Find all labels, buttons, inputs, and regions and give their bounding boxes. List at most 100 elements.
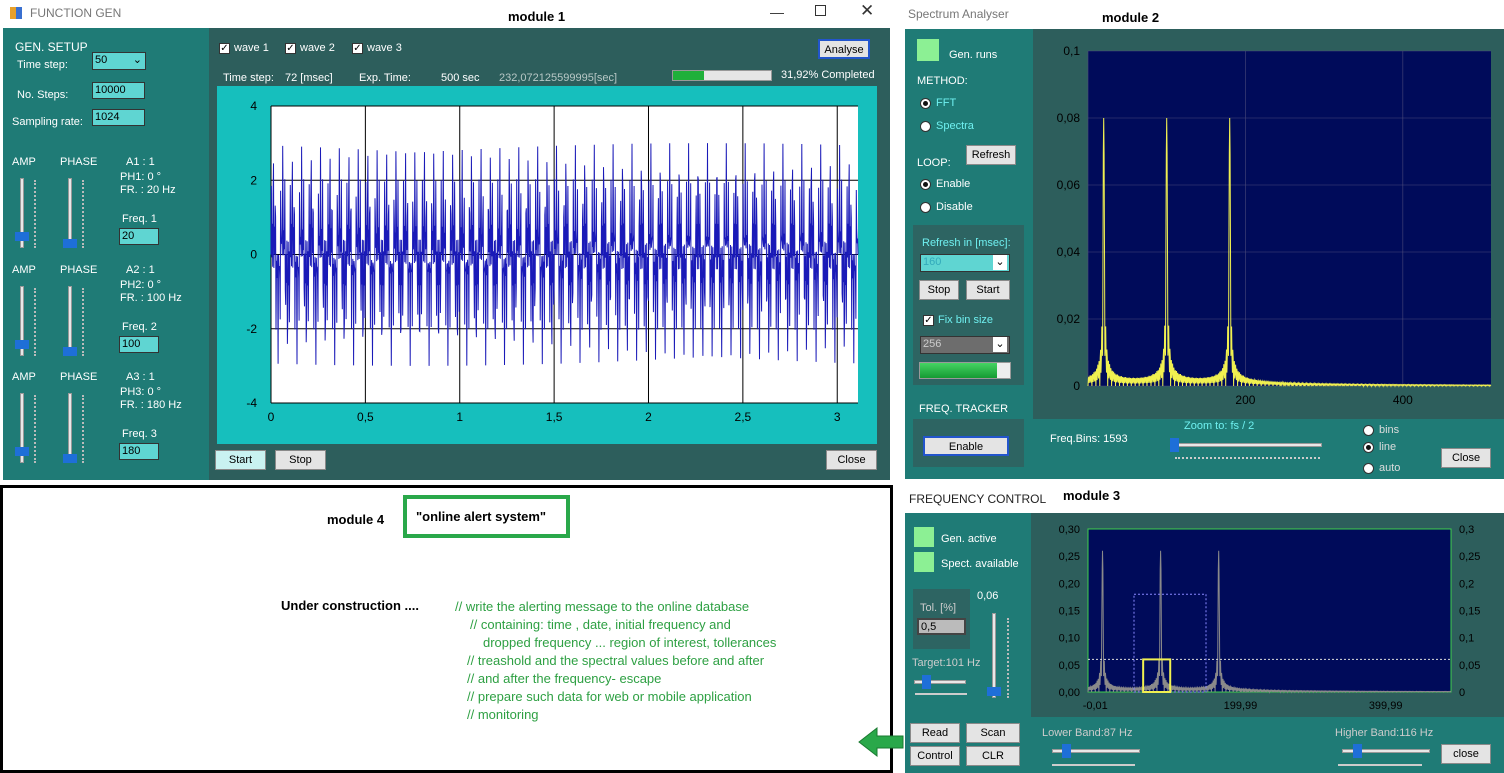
amp-value: A3 : 1 — [126, 371, 155, 383]
y-tick-label: 0 — [1073, 379, 1080, 393]
radio-icon — [1363, 462, 1374, 474]
amp-value: A2 : 1 — [126, 264, 155, 276]
clr-button[interactable]: CLR — [966, 746, 1020, 766]
alert-module-box: module 4 "online alert system" Under con… — [0, 485, 893, 773]
refresh-stop-button[interactable]: Stop — [919, 280, 959, 300]
amp-label: AMP — [12, 264, 36, 276]
wave-2-check[interactable]: ✓ wave 2 — [285, 42, 335, 54]
lower-band-thumb[interactable] — [1062, 744, 1071, 758]
x-tick-label: 1,5 — [546, 410, 563, 424]
amp-slider-ticks — [32, 288, 36, 356]
x-tick-label: -0,01 — [1083, 700, 1108, 712]
fc-close-button[interactable]: close — [1441, 744, 1491, 764]
freq-input[interactable]: 20 — [119, 228, 159, 245]
radio-icon — [920, 120, 931, 132]
x-tick-label: 199,99 — [1224, 700, 1258, 712]
gen-runs-indicator — [917, 39, 939, 61]
exp-time-value: 500 sec — [441, 72, 480, 84]
line-radio[interactable]: line — [1363, 441, 1396, 453]
freq-input[interactable]: 180 — [119, 443, 159, 460]
wave-3-check[interactable]: ✓ wave 3 — [352, 42, 402, 54]
close-button[interactable]: Close — [826, 450, 877, 470]
checkbox-icon: ✓ — [285, 42, 296, 54]
y-tick-label: 0,1 — [1063, 44, 1080, 58]
tol-slider-thumb[interactable] — [987, 687, 1001, 696]
phase-slider-thumb[interactable] — [63, 347, 77, 356]
gen-setup-label: GEN. SETUP — [15, 40, 88, 54]
fix-bin-check[interactable]: ✓ Fix bin size — [923, 314, 993, 326]
x-tick-label: 2,5 — [735, 410, 752, 424]
exp-time-label: Exp. Time: — [359, 72, 411, 84]
zoom-slider[interactable] — [1172, 443, 1322, 447]
spectra-radio[interactable]: Spectra — [920, 120, 974, 132]
phase-label: PHASE — [60, 264, 98, 276]
refresh-start-button[interactable]: Start — [966, 280, 1010, 300]
refresh-select[interactable]: 160 ⌄ — [920, 254, 1010, 272]
tracker-enable-button[interactable]: Enable — [923, 436, 1009, 456]
bin-progress — [919, 362, 1011, 379]
tol-input[interactable]: 0,5 — [917, 618, 966, 635]
loop-disable-radio[interactable]: Disable — [920, 201, 973, 213]
y-tick-label: 4 — [250, 99, 257, 113]
loop-enable-radio[interactable]: Enable — [920, 178, 970, 190]
phase-slider[interactable] — [68, 178, 72, 248]
close-icon[interactable]: ✕ — [860, 1, 874, 21]
slider-value: 0,06 — [977, 590, 999, 602]
start-button[interactable]: Start — [215, 450, 266, 470]
phase-slider[interactable] — [68, 286, 72, 356]
bins-radio[interactable]: bins — [1363, 424, 1399, 436]
freq-tracker-label: FREQ. TRACKER — [919, 403, 1009, 415]
phase-slider-ticks — [80, 395, 84, 463]
target-label: Target:101 Hz — [912, 657, 981, 669]
refresh-button[interactable]: Refresh — [966, 145, 1016, 165]
bin-select[interactable]: 256 ⌄ — [920, 336, 1010, 354]
wave-1-check[interactable]: ✓ wave 1 — [219, 42, 269, 54]
analyse-button[interactable]: Analyse — [818, 39, 870, 59]
arrow-left-icon — [858, 726, 904, 758]
x-tick-label: 200 — [1235, 393, 1255, 407]
control-button[interactable]: Control — [910, 746, 960, 766]
freq-input[interactable]: 100 — [119, 336, 159, 353]
fft-radio[interactable]: FFT — [920, 97, 956, 109]
progress-text: 31,92% Completed — [781, 69, 875, 81]
y-tick-label: 0,08 — [1057, 111, 1081, 125]
spectrum-close-button[interactable]: Close — [1441, 448, 1491, 468]
phase-slider-thumb[interactable] — [63, 239, 77, 248]
no-steps-input[interactable]: 10000 — [92, 82, 145, 99]
minimize-icon[interactable]: — — [770, 4, 784, 20]
y2-tick-label: 0,25 — [1459, 551, 1480, 563]
amp-slider-thumb[interactable] — [15, 447, 29, 456]
y-tick-label: 0,25 — [1059, 551, 1080, 563]
phase-slider-thumb[interactable] — [63, 454, 77, 463]
y-tick-label: 0,05 — [1059, 660, 1080, 672]
maximize-icon[interactable] — [815, 5, 826, 16]
phase-slider[interactable] — [68, 393, 72, 463]
sampling-rate-label: Sampling rate: — [12, 116, 83, 128]
elapsed-value: 232,072125599995[sec] — [499, 72, 618, 84]
phase-value: PH3: 0 ° — [120, 386, 162, 398]
radio-icon — [920, 201, 931, 213]
chevron-down-icon: ⌄ — [993, 255, 1007, 270]
status-time-step-value: 72 [msec] — [285, 72, 333, 84]
read-button[interactable]: Read — [910, 723, 960, 743]
freq-control-chart: 0,30 0,3 0,25 0,25 0,20 0,2 0,15 0,15 0,10 0,1 0,0… — [1059, 524, 1481, 712]
amp-slider-thumb[interactable] — [15, 232, 29, 241]
stop-button[interactable]: Stop — [275, 450, 326, 470]
x-tick-label: 0,5 — [357, 410, 374, 424]
amp-label: AMP — [12, 156, 36, 168]
tol-slider[interactable] — [992, 613, 996, 698]
tol-label: Tol. [%] — [920, 602, 957, 614]
y-tick-label: 0 — [250, 248, 257, 262]
scan-button[interactable]: Scan — [966, 723, 1020, 743]
higher-band-thumb[interactable] — [1353, 744, 1362, 758]
zoom-slider-thumb[interactable] — [1170, 438, 1179, 452]
time-step-select[interactable]: 50 ⌄ — [92, 52, 146, 70]
auto-radio[interactable]: auto — [1363, 462, 1400, 474]
no-steps-label: No. Steps: — [17, 89, 69, 101]
higher-band-label: Higher Band:116 Hz — [1335, 727, 1434, 739]
target-slider-thumb[interactable] — [922, 675, 931, 689]
sampling-rate-input[interactable]: 1024 — [92, 109, 145, 126]
y-tick-label: 0,06 — [1057, 178, 1081, 192]
amp-slider-thumb[interactable] — [15, 340, 29, 349]
radio-selected-icon — [1363, 441, 1374, 453]
